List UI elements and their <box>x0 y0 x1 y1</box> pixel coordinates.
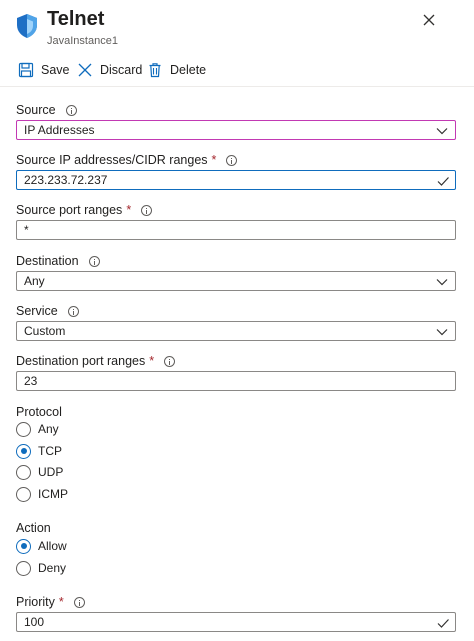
radio-circle[interactable] <box>16 538 31 554</box>
page-title: Telnet <box>47 8 105 30</box>
priority-label-text: Priority <box>16 595 55 609</box>
dest-port-label: Destination port ranges * <box>16 354 176 368</box>
radio-circle[interactable] <box>16 486 31 502</box>
source-label: Source <box>16 103 77 117</box>
panel-header: Telnet JavaInstance1 <box>0 0 474 54</box>
radio-label: UDP <box>38 465 64 479</box>
required-mark: * <box>211 153 217 167</box>
action-label: Action <box>16 521 51 535</box>
protocol-option-icmp[interactable]: ICMP <box>16 485 68 503</box>
save-button[interactable]: Save <box>18 58 70 82</box>
required-mark: * <box>58 595 64 609</box>
priority-value: 100 <box>24 615 45 629</box>
source-port-label-text: Source port ranges <box>16 203 123 217</box>
shield-icon <box>17 14 37 38</box>
radio-label: TCP <box>38 444 62 458</box>
dest-port-value: 23 <box>24 374 38 388</box>
radio-circle[interactable] <box>16 421 31 437</box>
source-ip-label-text: Source IP addresses/CIDR ranges <box>16 153 208 167</box>
protocol-label-text: Protocol <box>16 405 62 419</box>
discard-button[interactable]: Discard <box>77 58 142 82</box>
source-ip-label: Source IP addresses/CIDR ranges * <box>16 153 238 167</box>
checkmark-icon <box>437 619 449 628</box>
source-label-text: Source <box>16 103 56 117</box>
source-ip-input[interactable]: 223.233.72.237 <box>16 170 456 190</box>
dest-port-label-text: Destination port ranges <box>16 354 146 368</box>
info-icon[interactable] <box>65 104 77 116</box>
radio-circle[interactable] <box>16 443 31 459</box>
protocol-option-udp[interactable]: UDP <box>16 463 63 481</box>
info-icon[interactable] <box>88 255 100 267</box>
info-icon[interactable] <box>73 596 85 608</box>
service-dropdown[interactable]: Custom <box>16 321 456 341</box>
toolbar-divider <box>0 86 474 87</box>
radio-label: Any <box>38 422 59 436</box>
source-port-label: Source port ranges * <box>16 203 153 217</box>
radio-circle[interactable] <box>16 560 31 576</box>
action-option-deny[interactable]: Deny <box>16 559 66 577</box>
priority-input[interactable]: 100 <box>16 612 456 632</box>
service-label: Service <box>16 304 79 318</box>
close-icon[interactable] <box>421 12 437 28</box>
trash-icon <box>149 63 161 78</box>
required-mark: * <box>149 354 155 368</box>
chevron-down-icon <box>436 329 448 336</box>
info-icon[interactable] <box>164 355 176 367</box>
info-icon[interactable] <box>226 154 238 166</box>
save-icon <box>18 62 34 78</box>
protocol-option-any[interactable]: Any <box>16 420 59 438</box>
service-value: Custom <box>24 324 66 338</box>
page-subtitle: JavaInstance1 <box>47 35 118 47</box>
service-label-text: Service <box>16 304 58 318</box>
command-bar: Save Discard Delete <box>0 56 474 84</box>
radio-circle[interactable] <box>16 464 31 480</box>
action-label-text: Action <box>16 521 51 535</box>
source-dropdown[interactable]: IP Addresses <box>16 120 456 140</box>
destination-label-text: Destination <box>16 254 79 268</box>
radio-label: ICMP <box>38 487 68 501</box>
checkmark-icon <box>437 177 449 186</box>
source-value: IP Addresses <box>24 123 95 137</box>
destination-value: Any <box>24 274 45 288</box>
destination-label: Destination <box>16 254 100 268</box>
chevron-down-icon <box>436 128 448 135</box>
info-icon[interactable] <box>67 305 79 317</box>
dest-port-input[interactable]: 23 <box>16 371 456 391</box>
discard-icon <box>78 63 92 77</box>
action-option-allow[interactable]: Allow <box>16 537 67 555</box>
protocol-label: Protocol <box>16 405 62 419</box>
save-label: Save <box>41 63 70 77</box>
destination-dropdown[interactable]: Any <box>16 271 456 291</box>
source-port-value: * <box>24 223 29 237</box>
chevron-down-icon <box>436 279 448 286</box>
required-mark: * <box>126 203 132 217</box>
radio-label: Allow <box>38 539 67 553</box>
delete-label: Delete <box>170 63 207 77</box>
source-port-input[interactable]: * <box>16 220 456 240</box>
discard-label: Discard <box>100 63 143 77</box>
source-ip-value: 223.233.72.237 <box>24 173 108 187</box>
info-icon[interactable] <box>141 204 153 216</box>
radio-label: Deny <box>38 561 67 575</box>
priority-label: Priority * <box>16 595 85 609</box>
protocol-option-tcp[interactable]: TCP <box>16 442 62 460</box>
delete-button[interactable]: Delete <box>147 58 206 82</box>
